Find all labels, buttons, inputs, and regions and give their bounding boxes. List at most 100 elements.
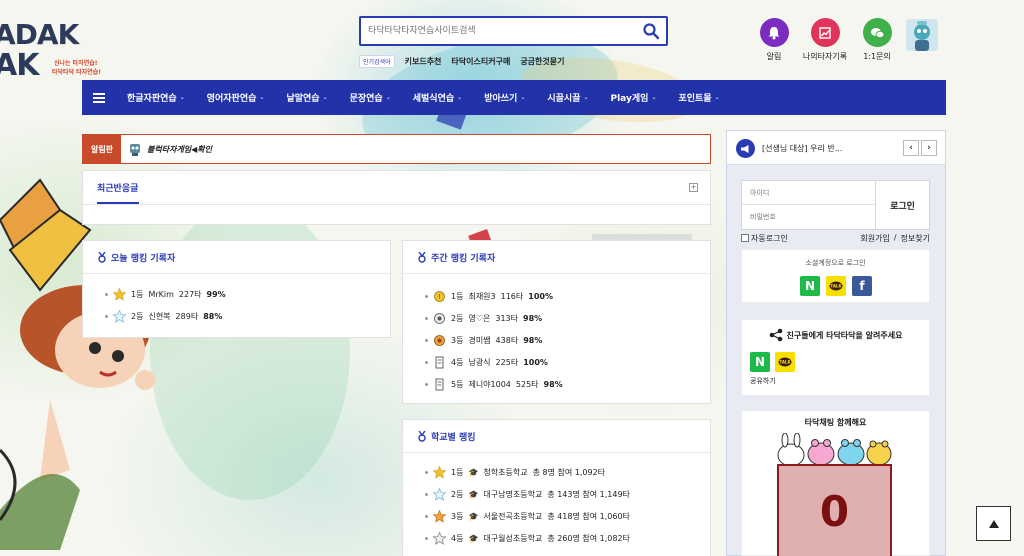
divider: [83, 204, 710, 205]
logo-text-top: ADAK: [0, 18, 79, 51]
auto-login-checkbox[interactable]: 자동로그인: [741, 233, 788, 244]
ranking-row[interactable]: 1등 🎓 청학초등학교 총 8명 참여 1,092타: [403, 461, 710, 483]
nav-item-point-mall[interactable]: 포인트몰 ⌄: [667, 91, 730, 104]
login-form: 로그인: [741, 180, 930, 230]
weekly-ranking-card: 주간 랭킹 기록자 ! 1등 최재원3 116타 100% 2등 영♡은 313…: [402, 240, 711, 404]
rank-accuracy: 100%: [528, 291, 553, 301]
popular-keyword[interactable]: 타닥이스티커구매: [451, 56, 510, 67]
naver-login-icon[interactable]: N: [800, 276, 820, 296]
chart-icon: [810, 18, 840, 47]
card-title-text: 주간 랭킹 기록자: [431, 253, 496, 264]
inquiry-button[interactable]: 1:1문의: [852, 18, 902, 62]
site-logo[interactable]: ADAK AK 신나는 타자연습! 타닥타닥 타자연습!: [0, 14, 106, 86]
password-input[interactable]: [742, 205, 876, 229]
rank-user: 영♡은: [468, 313, 491, 323]
rank-position: 2등: [451, 313, 464, 323]
nav-item-english-keyboard[interactable]: 영어자판연습 ⌄: [196, 91, 276, 104]
rank-position: 2등: [451, 489, 464, 499]
bullet-dot: [105, 292, 108, 296]
next-button[interactable]: ›: [921, 140, 937, 156]
bullet-dot: [425, 536, 428, 540]
nav-item-word-practice[interactable]: 낱말연습 ⌄: [275, 91, 338, 104]
notification-button[interactable]: 알림: [749, 18, 799, 62]
facebook-login-icon[interactable]: f: [852, 276, 872, 296]
sidebar-notice-title[interactable]: [선생님 대상] 우리 반...: [762, 143, 842, 154]
nav-item-play-game[interactable]: Play게임 ⌄: [600, 91, 668, 104]
tab-recent-comments[interactable]: 최근반응글: [97, 181, 138, 194]
chat-count[interactable]: 0: [777, 464, 892, 556]
ranking-row[interactable]: 4등 🎓 대구월성초등학교 총 260명 참여 1,082타: [403, 527, 710, 549]
flag-badge-icon: [433, 356, 446, 369]
nav-item-label: 세벌식연습: [412, 94, 455, 104]
chat-box: 타닥채팅 함께해요 0: [741, 410, 930, 556]
card-title: 오늘 랭킹 기록자: [83, 241, 390, 274]
login-button[interactable]: 로그인: [876, 181, 929, 229]
more-icon[interactable]: +: [689, 183, 698, 192]
arrow-up-icon: [988, 519, 999, 528]
medal-icon: [418, 251, 426, 263]
nav-item-sebeolsik[interactable]: 세벌식연습 ⌄: [402, 91, 473, 104]
card-title: 학교별 랭킹: [403, 420, 710, 453]
user-avatar[interactable]: [906, 19, 938, 51]
checkbox[interactable]: [741, 234, 749, 242]
id-input[interactable]: [742, 181, 876, 205]
ranking-row[interactable]: 5등 제니야1004 525타 98%: [403, 373, 710, 395]
chat-icon: [862, 18, 892, 47]
popular-keyword[interactable]: 키보드추천: [405, 56, 442, 67]
ranking-row[interactable]: ! 1등 최재원3 116타 100%: [403, 285, 710, 307]
search-bar: [359, 16, 668, 46]
nav-item-dictation[interactable]: 받아쓰기 ⌄: [473, 91, 536, 104]
ranking-row[interactable]: 2등 신현복 289타 88%: [83, 305, 390, 327]
kakao-share-icon[interactable]: TALK: [775, 352, 795, 372]
card-title-text: 오늘 랭킹 기록자: [111, 253, 176, 264]
nav-item-sentence-practice[interactable]: 문장연습 ⌄: [339, 91, 402, 104]
nav-item-korean-keyboard[interactable]: 한글자판연습 ⌄: [116, 91, 196, 104]
rank-user: 최재원3: [468, 291, 496, 301]
chevron-down-icon: ⌄: [714, 94, 720, 101]
social-login-title: 소셜계정으로 로그인: [805, 259, 866, 267]
rank-user: 경미쌤: [468, 335, 491, 345]
ranking-row[interactable]: 2등 영♡은 313타 98%: [403, 307, 710, 329]
notice-link[interactable]: 블럭타자게임◀확인: [127, 141, 212, 157]
naver-share-icon[interactable]: N: [750, 352, 770, 372]
gold-star-icon: [113, 287, 126, 301]
rank-typing: 313타: [495, 313, 518, 323]
popular-badge: 인기검색어: [359, 54, 395, 68]
svg-text:TALK: TALK: [830, 283, 842, 288]
bullet-dot: [105, 314, 108, 318]
rank-position: 1등: [451, 467, 464, 477]
kakao-login-icon[interactable]: TALK: [826, 276, 846, 296]
scroll-to-top-button[interactable]: [976, 506, 1011, 541]
ranking-row[interactable]: 4등 남광식 225타 100%: [403, 351, 710, 373]
main-nav: 한글자판연습 ⌄ 영어자판연습 ⌄ 낱말연습 ⌄ 문장연습 ⌄ 세벌식연습 ⌄ 받아쓰기 ⌄…: [82, 80, 946, 115]
search-icon[interactable]: [642, 22, 660, 40]
rank-position: 4등: [451, 357, 464, 367]
rank-user: 제니야1004: [468, 379, 511, 389]
ranking-row[interactable]: 3등 🎓 서울전곡초등학교 총 418명 참여 1,060타: [403, 505, 710, 527]
rank-position: 2등: [131, 311, 144, 321]
bronze-badge-icon: [433, 334, 446, 347]
find-info-link[interactable]: 정보찾기: [901, 233, 930, 244]
silver-star-icon: [433, 487, 446, 501]
ranking-row[interactable]: 3등 경미쌤 438타 98%: [403, 329, 710, 351]
popular-keywords: 인기검색어 키보드추천 타닥이스티커구매 궁금한것묻기: [359, 54, 564, 68]
svg-text:!: !: [438, 293, 441, 301]
menu-icon[interactable]: [82, 80, 116, 115]
popular-keyword[interactable]: 궁금한것묻기: [520, 56, 564, 67]
ranking-row[interactable]: 1등 MrKim 227타 99%: [83, 283, 390, 305]
ranking-row[interactable]: 2등 🎓 대구남명초등학교 총 143명 참여 1,149타: [403, 483, 710, 505]
silver-star-icon: [113, 309, 126, 323]
logo-tagline: 타닥타닥 타자연습!: [52, 69, 101, 76]
rank-detail: 총 143명 참여 1,149타: [547, 489, 630, 499]
notice-bar: 알림판 블럭타자게임◀확인: [82, 134, 711, 164]
nav-item-label: 포인트몰: [678, 94, 712, 104]
nav-item-community[interactable]: 시끌시끌 ⌄: [536, 91, 599, 104]
my-record-button[interactable]: 나의타자기록: [800, 18, 850, 62]
prev-button[interactable]: ‹: [903, 140, 919, 156]
rank-accuracy: 100%: [523, 357, 548, 367]
search-input[interactable]: [361, 18, 631, 44]
rank-school: 청학초등학교: [483, 467, 528, 477]
card-title-text: 학교별 랭킹: [431, 432, 476, 443]
bullet-dot: [425, 338, 428, 342]
join-link[interactable]: 회원가입: [860, 233, 889, 244]
